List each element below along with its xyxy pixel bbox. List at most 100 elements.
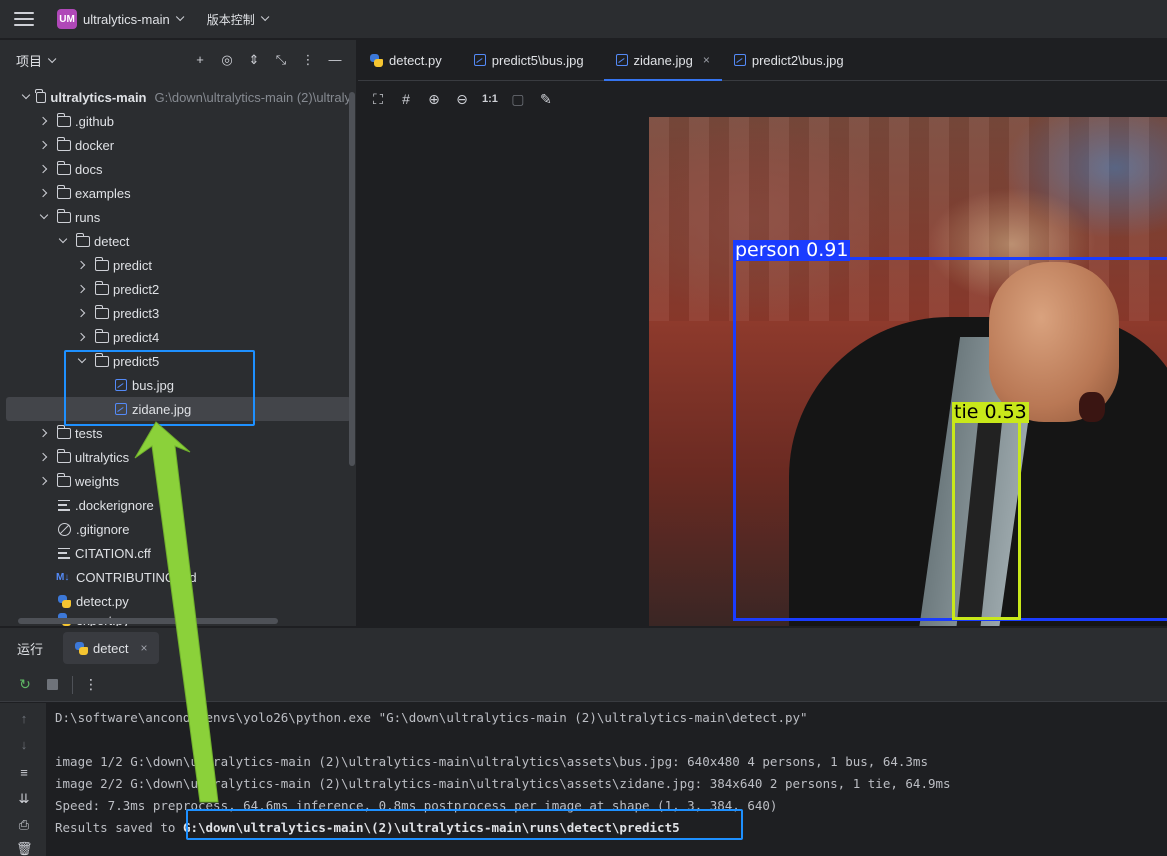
project-switcher[interactable]: ultralytics-main <box>83 12 170 27</box>
tree-item-docker[interactable]: docker <box>6 133 351 157</box>
project-badge[interactable]: UM <box>57 9 77 29</box>
person-bounding-box <box>733 257 1167 621</box>
tree-item-predict4[interactable]: predict4 <box>6 325 351 349</box>
tree-item-ultralytics[interactable]: ultralytics <box>6 445 351 469</box>
scroll-up-icon[interactable]: ↑ <box>16 711 32 726</box>
tree-item-detect-py[interactable]: detect.py <box>6 589 351 613</box>
expand-arrow-icon[interactable] <box>76 259 88 271</box>
close-tab-icon[interactable]: × <box>703 53 710 67</box>
editor-tab-bar: detect.py predict5\bus.jpg zidane.jpg × … <box>358 40 1167 81</box>
actual-size-button[interactable]: 1:1 <box>482 93 498 105</box>
tree-item-detect[interactable]: detect <box>6 229 351 253</box>
tree-root-path: G:\down\ultralytics-main (2)\ultraly <box>154 89 352 105</box>
tree-item-dockerignore[interactable]: .dockerignore <box>6 493 351 517</box>
expand-arrow-icon[interactable] <box>38 427 50 439</box>
expand-all-icon[interactable]: ⇕ <box>247 52 261 66</box>
expand-arrow-icon[interactable] <box>38 115 50 127</box>
vcs-menu[interactable]: 版本控制 <box>207 11 255 28</box>
color-picker-icon[interactable]: ✎ <box>538 91 554 108</box>
text-file-icon <box>58 547 70 559</box>
collapse-arrow-icon[interactable] <box>57 235 69 247</box>
tree-item-label: predict2 <box>113 281 160 297</box>
tree-item-weights[interactable]: weights <box>6 469 351 493</box>
folder-icon <box>94 256 109 271</box>
collapse-arrow-icon[interactable] <box>38 211 50 223</box>
collapse-arrow-icon[interactable] <box>20 91 29 103</box>
tree-item-predict3[interactable]: predict3 <box>6 301 351 325</box>
tree-item-github[interactable]: .github <box>6 109 351 133</box>
text-file-icon <box>58 499 70 511</box>
tree-item-label: .dockerignore <box>75 497 154 513</box>
grid-icon[interactable]: # <box>398 91 414 107</box>
expand-arrow-icon[interactable] <box>38 163 50 175</box>
tree-item-predict[interactable]: predict <box>6 253 351 277</box>
tab-predict2-bus-jpg[interactable]: predict2\bus.jpg <box>722 40 856 80</box>
tab-detect-py[interactable]: detect.py <box>358 40 454 80</box>
rerun-icon[interactable]: ↻ <box>17 676 33 693</box>
tree-item-examples[interactable]: examples <box>6 181 351 205</box>
clear-console-icon[interactable]: 🗑 <box>16 841 33 856</box>
python-file-icon <box>58 594 71 608</box>
run-toolbar: ↻ ⋮ <box>0 668 1167 702</box>
run-panel-header: 运行 detect × <box>0 627 1167 668</box>
soft-wrap-icon[interactable]: ≡ <box>16 765 32 780</box>
tree-item-citation[interactable]: CITATION.cff <box>6 541 351 565</box>
tree-horizontal-scrollbar[interactable] <box>18 618 278 624</box>
tree-item-contributing[interactable]: M↓ CONTRIBUTING.md <box>6 565 351 589</box>
chessboard-icon[interactable]: ▢ <box>510 91 526 108</box>
expand-arrow-icon[interactable] <box>38 451 50 463</box>
project-panel-title[interactable]: 项目 <box>16 51 42 70</box>
project-panel: 项目 + ◎ ⇕ ⤡ ⋮ — ultralytics-main G:\down\… <box>0 40 357 626</box>
more-options-icon[interactable]: ⋮ <box>301 52 315 66</box>
tree-item-label: predict4 <box>113 329 160 345</box>
more-options-icon[interactable]: ⋮ <box>83 676 99 693</box>
tree-item-label: predict <box>113 257 153 273</box>
folder-icon <box>94 304 109 319</box>
tree-item-label: .github <box>75 113 115 129</box>
toolbar-divider <box>72 675 73 694</box>
expand-arrow-icon[interactable] <box>38 475 50 487</box>
folder-icon <box>75 232 90 247</box>
close-tab-icon[interactable]: × <box>140 641 147 655</box>
chevron-down-icon[interactable] <box>47 54 57 63</box>
zoom-out-icon[interactable]: ⊖ <box>454 91 470 108</box>
expand-arrow-icon[interactable] <box>38 187 50 199</box>
new-file-icon[interactable]: + <box>193 52 207 66</box>
results-path-highlight-box <box>186 809 743 840</box>
tree-item-label: detect.py <box>76 593 129 609</box>
tree-item-gitignore[interactable]: .gitignore <box>6 517 351 541</box>
fit-zoom-icon[interactable]: ⛶ <box>370 91 386 108</box>
locate-file-icon[interactable]: ◎ <box>220 52 234 66</box>
chevron-down-icon[interactable] <box>260 12 270 22</box>
tab-predict5-bus-jpg[interactable]: predict5\bus.jpg <box>462 40 596 80</box>
hide-panel-icon[interactable]: — <box>328 52 342 66</box>
print-icon[interactable]: ⎙ <box>16 817 32 833</box>
chevron-down-icon[interactable] <box>175 12 185 22</box>
tree-vertical-scrollbar[interactable] <box>349 92 355 466</box>
collapse-all-icon[interactable]: ⤡ <box>274 52 288 66</box>
run-side-toolbar: ↑ ↓ ≡ ⇊ ⎙ 🗑 <box>0 703 46 856</box>
expand-arrow-icon[interactable] <box>76 283 88 295</box>
scroll-to-end-icon[interactable]: ⇊ <box>16 791 32 807</box>
tree-item-docs[interactable]: docs <box>6 157 351 181</box>
tree-item-label: ultralytics <box>75 449 130 465</box>
scroll-down-icon[interactable]: ↓ <box>16 737 32 752</box>
tab-zidane-jpg[interactable]: zidane.jpg × <box>603 40 723 81</box>
stop-icon[interactable] <box>47 679 58 690</box>
run-tab-detect[interactable]: detect × <box>63 632 160 664</box>
expand-arrow-icon[interactable] <box>76 331 88 343</box>
tab-label: detect.py <box>389 52 442 68</box>
project-panel-header: 项目 + ◎ ⇕ ⤡ ⋮ — <box>0 40 356 81</box>
zoom-in-icon[interactable]: ⊕ <box>426 91 442 108</box>
expand-arrow-icon[interactable] <box>76 307 88 319</box>
console-line: image 2/2 G:\down\ultralytics-main (2)\u… <box>55 776 951 791</box>
tree-item-runs[interactable]: runs <box>6 205 351 229</box>
main-menu-icon[interactable] <box>14 12 34 26</box>
expand-arrow-icon[interactable] <box>38 139 50 151</box>
tab-label: predict5\bus.jpg <box>491 52 584 68</box>
tie-bounding-box <box>952 420 1021 620</box>
tree-item-predict2[interactable]: predict2 <box>6 277 351 301</box>
folder-icon <box>56 136 71 151</box>
tree-root[interactable]: ultralytics-main G:\down\ultralytics-mai… <box>6 85 351 109</box>
folder-icon <box>94 328 109 343</box>
